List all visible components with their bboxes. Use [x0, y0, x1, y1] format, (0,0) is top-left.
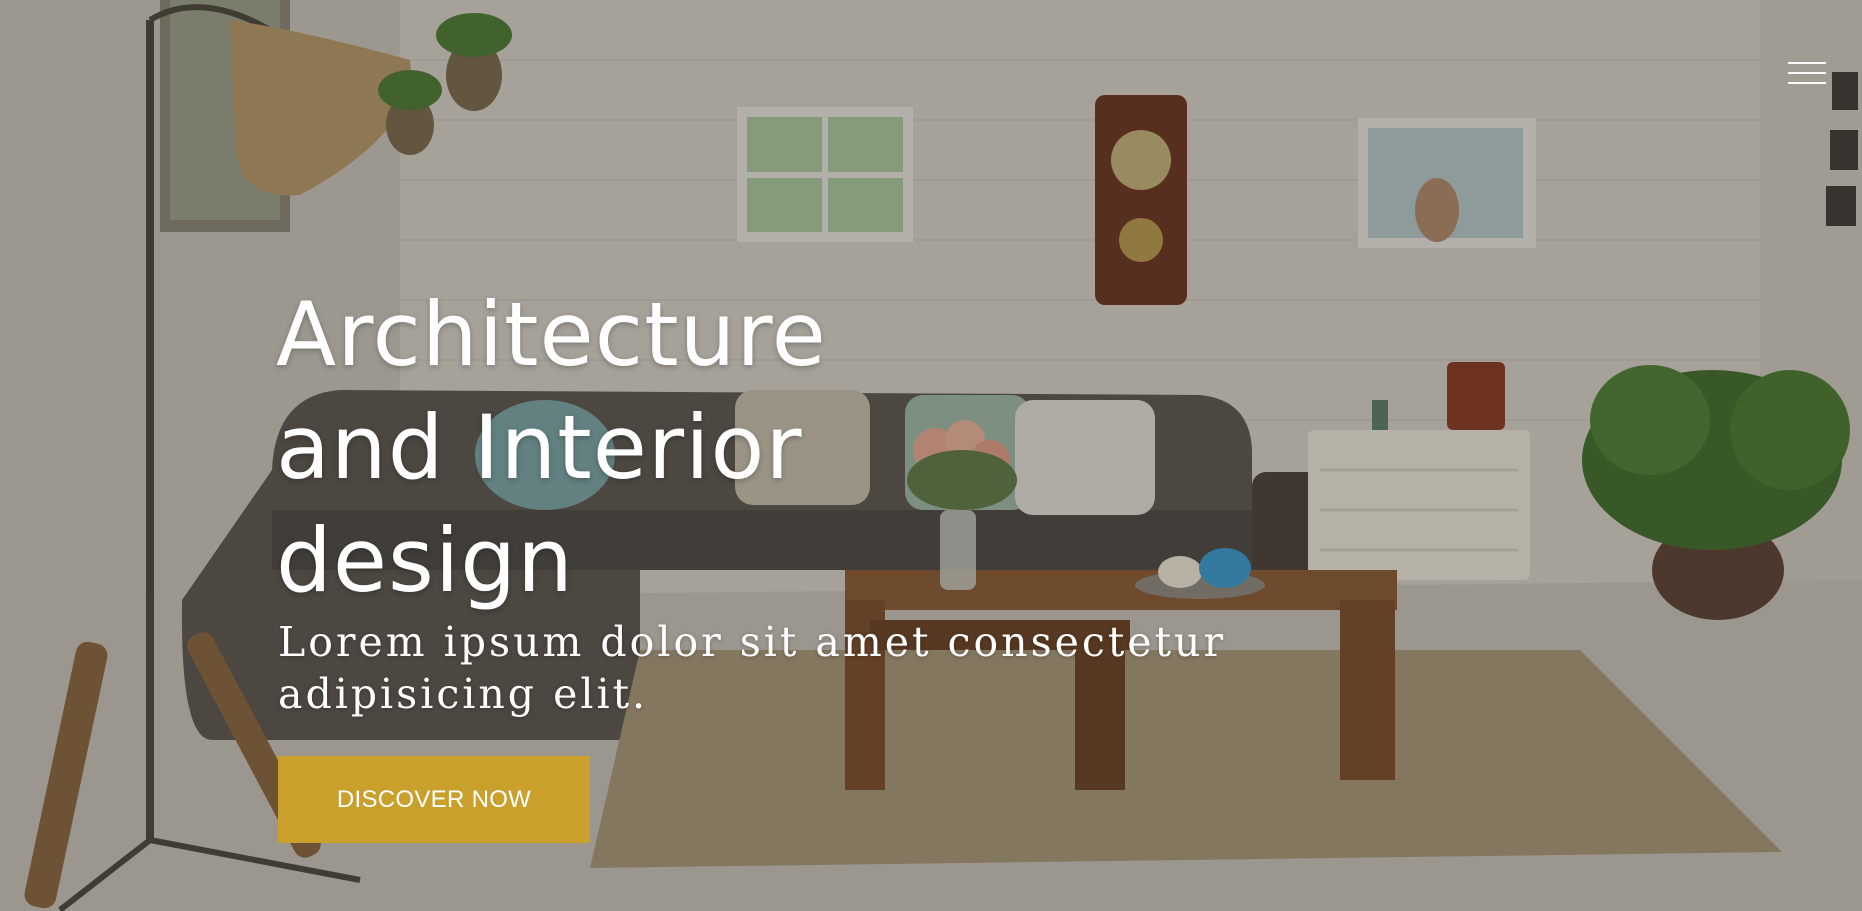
menu-bar	[1788, 82, 1826, 84]
headline-line-2: and Interior	[276, 396, 803, 499]
menu-bar	[1788, 72, 1826, 74]
headline-line-3: design	[276, 509, 574, 612]
tagline-line-2: adipisicing elit.	[278, 670, 649, 718]
headline-line-1: Architecture	[276, 283, 827, 386]
hero-headline: Architecture and Interior design	[276, 278, 976, 617]
hero-section: Architecture and Interior design Lorem i…	[0, 0, 1862, 911]
hero-tagline: Lorem ipsum dolor sit amet consectetur a…	[278, 616, 1358, 720]
menu-bar	[1788, 62, 1826, 64]
tagline-line-1: Lorem ipsum dolor sit amet consectetur	[278, 618, 1227, 666]
discover-now-button[interactable]: DISCOVER NOW	[278, 756, 590, 843]
hamburger-menu-icon[interactable]	[1788, 62, 1828, 90]
